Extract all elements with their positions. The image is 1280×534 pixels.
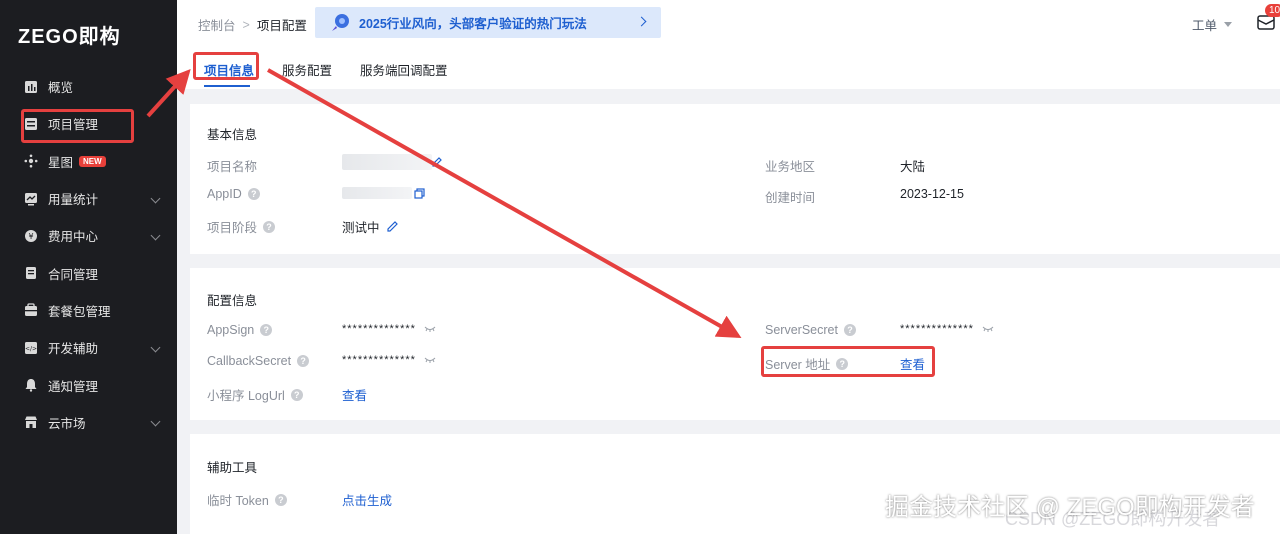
- help-icon[interactable]: ?: [290, 388, 303, 401]
- copy-icon[interactable]: [414, 187, 425, 199]
- top-bar: 控制台 > 项目配置 2025行业风向，头部客户验证的热门玩法 工单 10: [177, 0, 1280, 45]
- sidebar-item-star-map[interactable]: 星图 NEW: [0, 143, 177, 180]
- help-icon[interactable]: ?: [260, 324, 273, 336]
- eye-closed-icon[interactable]: [424, 325, 436, 333]
- sidebar-item-usage[interactable]: 用量统计: [0, 180, 177, 217]
- bell-icon: [24, 378, 38, 392]
- appsign-label: AppSign?: [207, 323, 273, 337]
- help-icon[interactable]: ?: [263, 220, 276, 233]
- chevron-down-icon: [150, 342, 161, 353]
- basic-info-card: 基本信息 项目名称 AppID? 项目阶段? 测试中 业务地区 大陆 创建时间 …: [190, 104, 1280, 254]
- server-secret-value: **************: [900, 323, 994, 335]
- card-title: 配置信息: [207, 294, 258, 308]
- highlight-tab-project-info: [193, 52, 259, 80]
- chevron-down-icon: [150, 416, 161, 427]
- new-badge: NEW: [79, 155, 106, 167]
- contract-icon: [24, 266, 38, 280]
- project-stage-value: 测试中: [342, 217, 398, 236]
- redacted-value: [342, 154, 432, 170]
- edit-icon[interactable]: [386, 221, 398, 232]
- usage-icon: [24, 192, 38, 206]
- logurl-label: 小程序 LogUrl?: [207, 385, 303, 404]
- breadcrumb-current: 项目配置: [256, 19, 307, 33]
- project-name-value: [342, 154, 442, 170]
- chevron-down-icon: [150, 193, 161, 203]
- sidebar-item-label: 云市场: [48, 416, 86, 431]
- package-icon: [24, 303, 38, 317]
- project-name-label: 项目名称: [207, 160, 258, 174]
- watermark-juejin: 掘金技术社区 @ ZEGO即构开发者: [885, 494, 1255, 521]
- sidebar-item-label: 概览: [48, 81, 74, 96]
- sidebar-item-dev-assist[interactable]: </> 开发辅助: [0, 329, 177, 366]
- mail-count-badge: 10: [1265, 4, 1280, 17]
- sidebar-item-label: 通知管理: [48, 379, 99, 394]
- banner-text: 2025行业风向，头部客户验证的热门玩法: [359, 17, 587, 31]
- ticket-menu[interactable]: 工单: [1192, 15, 1233, 34]
- sidebar-item-label: 用量统计: [48, 193, 99, 208]
- tabs-bar: 项目信息 服务配置 服务端回调配置: [177, 45, 1280, 89]
- sidebar-item-contract[interactable]: 合同管理: [0, 254, 177, 291]
- breadcrumb: 控制台 > 项目配置: [198, 15, 307, 34]
- config-info-card: 配置信息 AppSign? ************** CallbackSec…: [190, 268, 1280, 420]
- server-secret-label: ServerSecret?: [765, 323, 856, 337]
- created-time-value: 2023-12-15: [900, 187, 964, 201]
- svg-text:</>: </>: [25, 345, 37, 352]
- sidebar-item-label: 费用中心: [48, 230, 99, 245]
- redacted-value: [342, 187, 412, 199]
- ticket-label: 工单: [1192, 19, 1218, 33]
- breadcrumb-separator: >: [242, 17, 250, 32]
- sidebar: ZEGO即构 概览 项目管理 星图 NEW 用量统计 ¥ 费用中心 合同管理 套…: [0, 0, 177, 534]
- temp-token-label: 临时 Token?: [207, 490, 287, 509]
- generate-token-link[interactable]: 点击生成: [342, 490, 392, 509]
- dev-icon: </>: [24, 341, 38, 355]
- chevron-down-icon: [150, 230, 161, 241]
- appid-value: [342, 187, 425, 199]
- callback-secret-label: CallbackSecret?: [207, 354, 310, 368]
- zego-logo[interactable]: ZEGO即构: [18, 20, 121, 49]
- billing-icon: ¥: [24, 229, 38, 243]
- appid-label: AppID?: [207, 187, 260, 201]
- svg-text:¥: ¥: [28, 232, 33, 241]
- tab-server-callback[interactable]: 服务端回调配置: [360, 60, 448, 79]
- rocket-icon: [332, 13, 349, 31]
- breadcrumb-console[interactable]: 控制台: [198, 15, 236, 34]
- caret-down-icon: [1224, 22, 1233, 27]
- card-title: 基本信息: [207, 128, 258, 142]
- help-icon[interactable]: ?: [247, 188, 260, 200]
- project-stage-label: 项目阶段?: [207, 217, 276, 236]
- market-icon: [24, 415, 38, 429]
- sidebar-item-label: 星图: [48, 155, 74, 170]
- sidebar-item-label: 开发辅助: [48, 342, 99, 357]
- sidebar-item-overview[interactable]: 概览: [0, 68, 177, 105]
- star-map-icon: [24, 154, 38, 168]
- chevron-right-icon: [636, 16, 647, 27]
- promo-banner[interactable]: 2025行业风向，头部客户验证的热门玩法: [315, 7, 661, 38]
- created-time-label: 创建时间: [765, 191, 816, 205]
- logurl-view-link[interactable]: 查看: [342, 385, 367, 404]
- sidebar-item-package[interactable]: 套餐包管理: [0, 292, 177, 329]
- eye-closed-icon[interactable]: [424, 356, 436, 364]
- chart-icon: [24, 80, 38, 94]
- region-label: 业务地区: [765, 160, 816, 174]
- edit-icon[interactable]: [432, 157, 442, 167]
- tab-service-config[interactable]: 服务配置: [282, 60, 332, 79]
- appsign-value: **************: [342, 323, 436, 335]
- help-icon[interactable]: ?: [843, 324, 856, 336]
- sidebar-item-cloud-market[interactable]: 云市场: [0, 404, 177, 441]
- card-title: 辅助工具: [207, 461, 258, 475]
- sidebar-item-billing[interactable]: ¥ 费用中心: [0, 217, 177, 254]
- callback-secret-value: **************: [342, 354, 436, 366]
- region-value: 大陆: [900, 160, 926, 174]
- sidebar-item-label: 合同管理: [48, 267, 99, 282]
- active-tab-underline: [204, 85, 250, 87]
- help-icon[interactable]: ?: [274, 493, 287, 506]
- highlight-server-address: [761, 346, 935, 377]
- sidebar-item-label: 套餐包管理: [48, 304, 111, 319]
- sidebar-item-notification[interactable]: 通知管理: [0, 366, 177, 403]
- eye-closed-icon[interactable]: [982, 325, 994, 333]
- highlight-sidebar-project: [21, 109, 134, 143]
- help-icon[interactable]: ?: [297, 355, 310, 367]
